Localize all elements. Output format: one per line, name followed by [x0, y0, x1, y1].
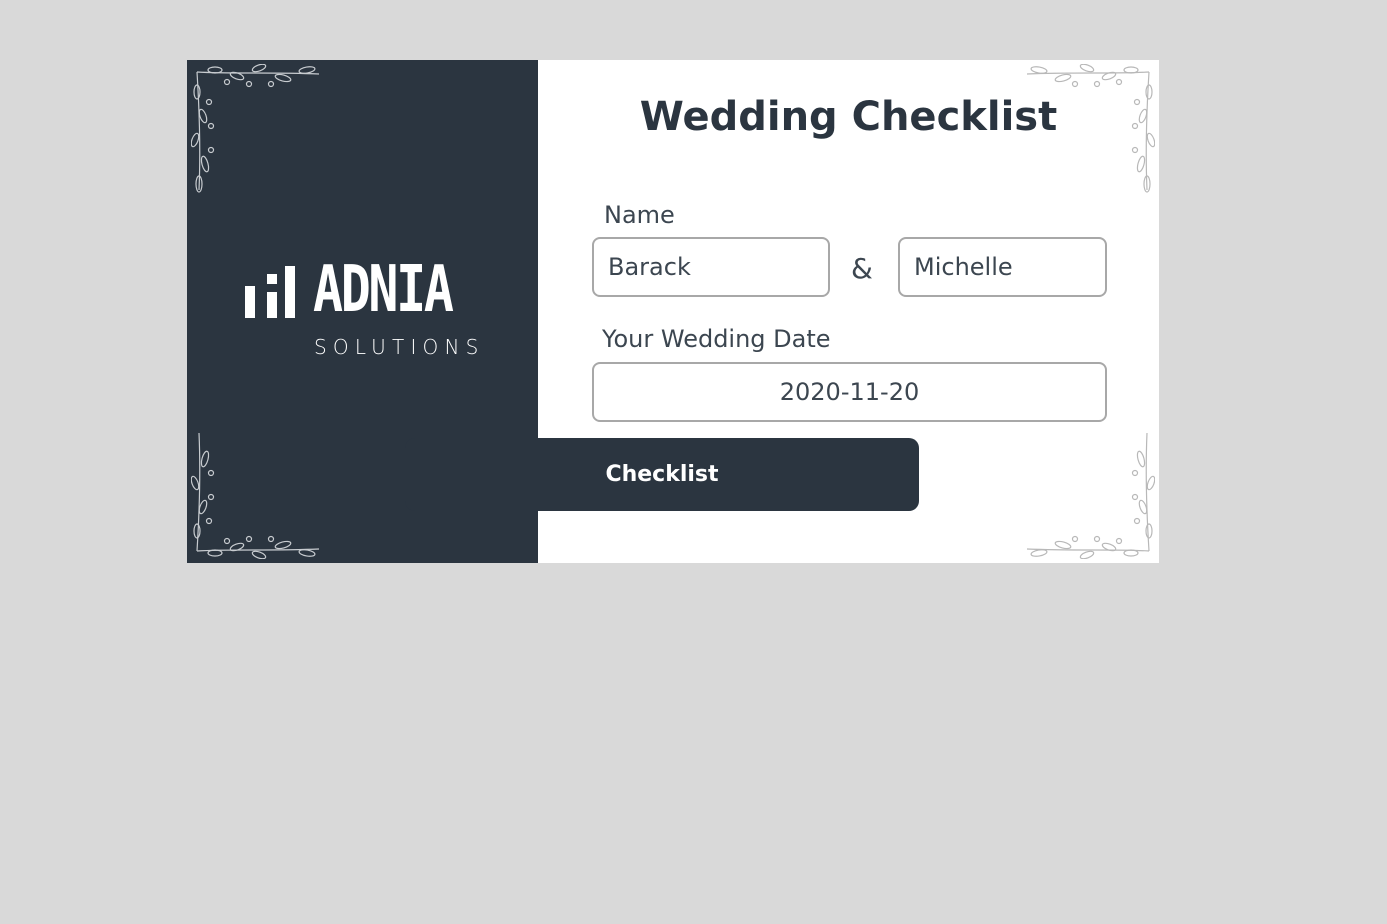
company-logo: ADNIA SOLUTIONS — [245, 258, 485, 359]
checklist-button[interactable]: Checklist — [405, 438, 919, 511]
floral-vine-icon — [191, 427, 323, 559]
wedding-date-label: Your Wedding Date — [602, 325, 831, 353]
name-separator: & — [851, 252, 873, 285]
wedding-date-input[interactable] — [592, 362, 1107, 422]
logo-subtitle: SOLUTIONS — [314, 335, 485, 359]
first-name-input[interactable] — [592, 237, 830, 297]
logo-wordmark: ADNIA — [313, 253, 454, 327]
floral-vine-icon — [191, 64, 323, 196]
second-name-input[interactable] — [898, 237, 1107, 297]
page-title: Wedding Checklist — [639, 94, 1058, 140]
floral-vine-icon — [1023, 427, 1155, 559]
name-label: Name — [604, 201, 675, 229]
bars-logo-icon — [245, 266, 299, 318]
